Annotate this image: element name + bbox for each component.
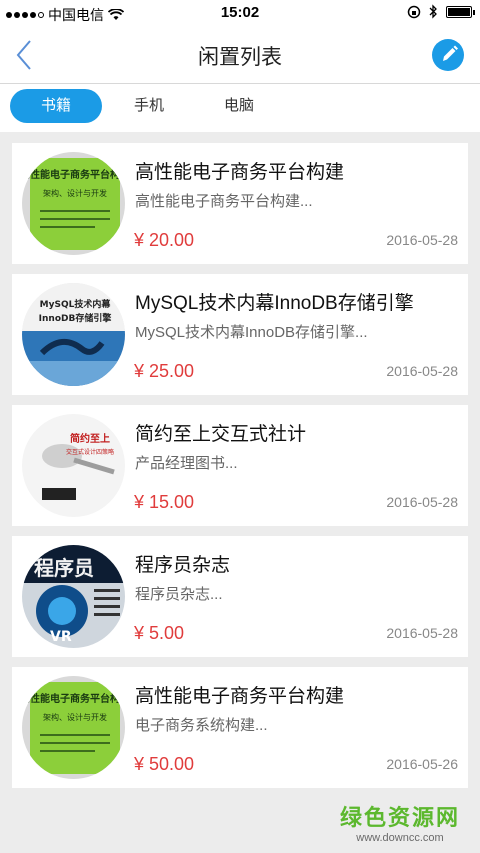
svg-text:MySQL技术内幕: MySQL技术内幕 bbox=[40, 298, 112, 310]
svg-text:程序员: 程序员 bbox=[34, 556, 94, 580]
item-date: 2016-05-28 bbox=[386, 363, 458, 379]
nav-bar: 闲置列表 bbox=[0, 26, 480, 84]
item-description: MySQL技术内幕InnoDB存储引擎... bbox=[135, 324, 368, 341]
item-date: 2016-05-28 bbox=[386, 232, 458, 248]
svg-text:简约至上: 简约至上 bbox=[70, 432, 110, 445]
tab-computers[interactable]: 电脑 bbox=[193, 89, 285, 123]
item-description: 产品经理图书... bbox=[135, 455, 238, 472]
item-title: 高性能电子商务平台构建 bbox=[135, 162, 345, 183]
battery-icon bbox=[446, 5, 475, 18]
tab-phones[interactable]: 手机 bbox=[103, 89, 195, 123]
list-item[interactable]: 简约至上 交互式设计四策略 简约至上交互式社计 产品经理图书... ¥ 15.0… bbox=[12, 405, 468, 526]
svg-text:架构、设计与开发: 架构、设计与开发 bbox=[43, 712, 107, 722]
book-cover-thumbnail: MySQL技术内幕 InnoDB存储引擎 bbox=[22, 283, 125, 386]
list-item[interactable]: MySQL技术内幕 InnoDB存储引擎 MySQL技术内幕InnoDB存储引擎… bbox=[12, 274, 468, 395]
svg-text:高性能电子商务平台构建: 高性能电子商务平台构建 bbox=[22, 168, 125, 181]
svg-text:交互式设计四策略: 交互式设计四策略 bbox=[66, 448, 114, 456]
item-description: 电子商务系统构建... bbox=[135, 717, 268, 734]
pencil-icon bbox=[443, 45, 458, 61]
item-date: 2016-05-28 bbox=[386, 625, 458, 641]
watermark-url: www.downcc.com bbox=[356, 832, 444, 844]
item-title: MySQL技术内幕InnoDB存储引擎 bbox=[135, 293, 414, 314]
bluetooth-icon bbox=[429, 4, 437, 19]
item-price: ¥ 50.00 bbox=[134, 754, 195, 774]
item-title: 简约至上交互式社计 bbox=[135, 424, 307, 445]
item-title: 高性能电子商务平台构建 bbox=[135, 686, 345, 707]
item-date: 2016-05-26 bbox=[386, 756, 458, 772]
status-right bbox=[407, 4, 475, 19]
item-price: ¥ 20.00 bbox=[134, 230, 195, 250]
book-cover-thumbnail: 高性能电子商务平台构建 架构、设计与开发 bbox=[22, 676, 125, 779]
item-description: 程序员杂志... bbox=[135, 586, 223, 603]
svg-text:InnoDB存储引擎: InnoDB存储引擎 bbox=[39, 312, 112, 324]
tab-books[interactable]: 书籍 bbox=[10, 89, 102, 123]
list-item[interactable]: 高性能电子商务平台构建 架构、设计与开发 高性能电子商务平台构建 高性能电子商务… bbox=[12, 143, 468, 264]
item-price: ¥ 25.00 bbox=[134, 361, 195, 381]
item-price: ¥ 15.00 bbox=[134, 492, 195, 512]
page-title: 闲置列表 bbox=[198, 46, 282, 69]
svg-text:VR: VR bbox=[50, 629, 72, 645]
item-date: 2016-05-28 bbox=[386, 494, 458, 510]
status-bar: 中国电信 15:02 bbox=[0, 0, 480, 26]
svg-text:架构、设计与开发: 架构、设计与开发 bbox=[43, 188, 107, 198]
svg-text:高性能电子商务平台构建: 高性能电子商务平台构建 bbox=[22, 692, 125, 705]
item-price: ¥ 5.00 bbox=[134, 623, 185, 643]
item-description: 高性能电子商务平台构建... bbox=[135, 193, 313, 210]
orientation-lock-icon bbox=[407, 5, 421, 18]
watermark: 绿色资源网 www.downcc.com bbox=[340, 800, 460, 844]
item-title: 程序员杂志 bbox=[135, 555, 231, 576]
magazine-cover-thumbnail: 程序员 VR bbox=[22, 545, 125, 648]
watermark-title: 绿色资源网 bbox=[339, 805, 460, 830]
list-item[interactable]: 程序员 VR 程序员杂志 程序员杂志... ¥ 5.00 2016-05-28 bbox=[12, 536, 468, 657]
book-cover-thumbnail: 高性能电子商务平台构建 架构、设计与开发 bbox=[22, 152, 125, 255]
category-tabs: 书籍 手机 电脑 bbox=[0, 84, 480, 132]
edit-button[interactable] bbox=[432, 39, 464, 71]
list-item[interactable]: 高性能电子商务平台构建 架构、设计与开发 高性能电子商务平台构建 电子商务系统构… bbox=[12, 667, 468, 788]
book-cover-thumbnail: 简约至上 交互式设计四策略 bbox=[22, 414, 125, 517]
